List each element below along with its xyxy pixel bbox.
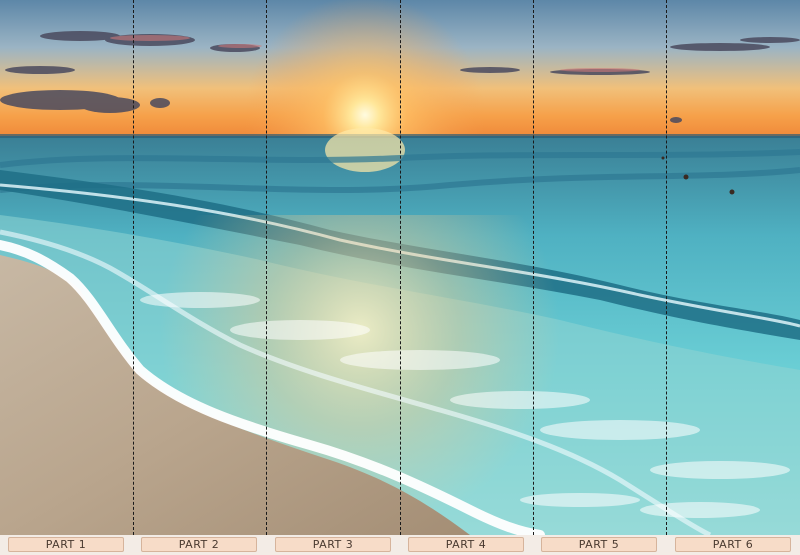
- panel-divider-1: [133, 0, 134, 535]
- part-label-1: PART 1: [8, 537, 124, 552]
- sunset-beach-mural: [0, 0, 800, 535]
- panel-divider-4: [533, 0, 534, 535]
- panel-label-bar: PART 1 PART 2 PART 3 PART 4 PART 5 PART …: [0, 535, 800, 555]
- panel-divider-2: [266, 0, 267, 535]
- part-label-2: PART 2: [141, 537, 257, 552]
- part-label-5: PART 5: [541, 537, 657, 552]
- panel-divider-3: [400, 0, 401, 535]
- part-label-4: PART 4: [408, 537, 524, 552]
- panel-divider-5: [666, 0, 667, 535]
- part-label-3: PART 3: [275, 537, 391, 552]
- part-label-6: PART 6: [675, 537, 791, 552]
